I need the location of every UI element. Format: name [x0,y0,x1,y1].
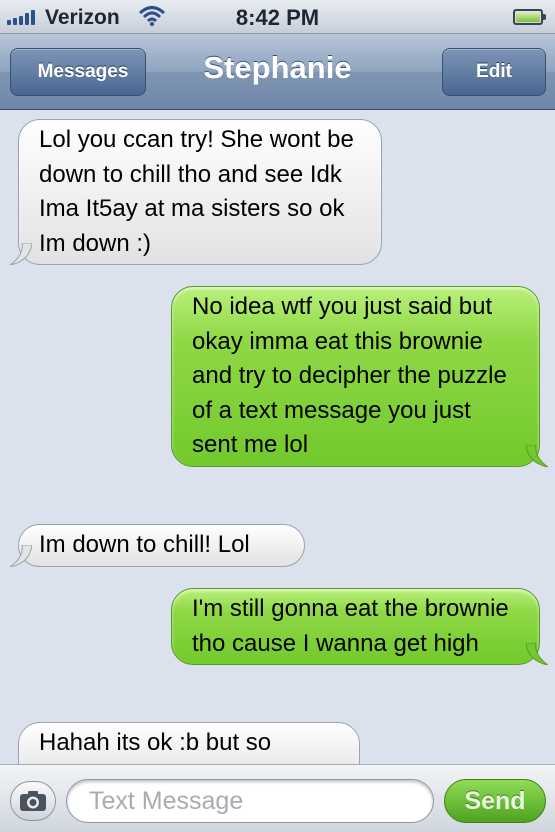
edit-button-label: Edit [476,61,512,82]
message-text: Lol you ccan try! She wont be down to ch… [39,126,354,257]
message-bubble-outgoing[interactable]: No idea wtf you just said but okay imma … [171,286,548,467]
message-bubble-incoming[interactable]: Hahah its ok :b but so [18,722,360,764]
battery-level [516,12,540,22]
bubble-tail [526,444,548,467]
message-text: I'm still gonna eat the brownie tho caus… [192,595,509,657]
battery-icon [513,9,546,25]
status-bar: Verizon 8:42 PM [0,0,555,34]
message-bubble-outgoing[interactable]: I'm still gonna eat the brownie tho caus… [171,588,548,665]
camera-icon [20,791,46,811]
send-button-label: Send [464,786,526,815]
message-thread[interactable]: Lol you ccan try! She wont be down to ch… [0,110,555,764]
bubble-tail [10,243,32,265]
edit-button[interactable]: Edit [442,48,546,96]
message-text: No idea wtf you just said but okay imma … [192,293,507,458]
status-time: 8:42 PM [235,5,320,30]
bubble-tail [526,643,548,665]
message-bubble-incoming[interactable]: Lol you ccan try! She wont be down to ch… [10,119,382,265]
camera-button[interactable] [10,781,56,821]
navigation-bar: Messages Stephanie Edit [0,34,555,110]
message-text: Im down to chill! Lol [39,531,250,558]
send-button[interactable]: Send [444,779,546,823]
message-input[interactable] [66,779,434,823]
bubble-tail [10,544,32,567]
message-bubble-incoming[interactable]: Im down to chill! Lol [10,524,305,567]
compose-bar: Send [0,764,555,832]
message-text: Hahah its ok :b but so [39,729,272,756]
